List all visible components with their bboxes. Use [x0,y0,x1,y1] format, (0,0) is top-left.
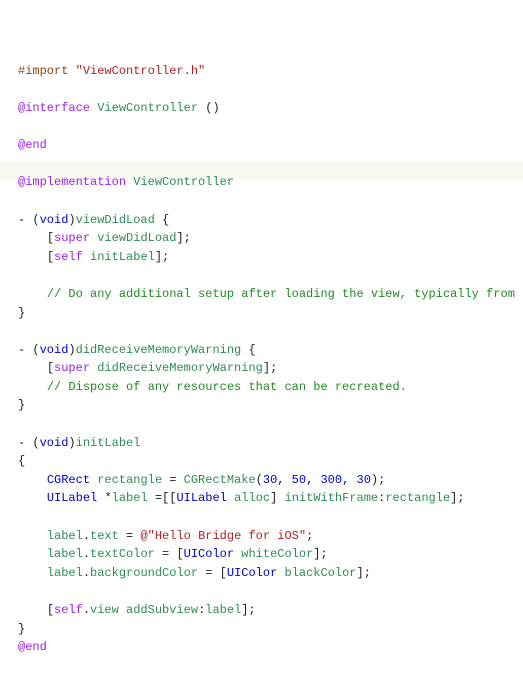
msg-alloc: alloc [234,491,270,505]
prop-text: text [90,529,119,543]
kw-self: self [54,250,83,264]
class-name-impl: ViewController [133,175,234,189]
ret-void: void [40,213,69,227]
fn-CGRectMake: CGRectMake [184,473,256,487]
kw-end: @end [18,138,47,152]
msg-didReceiveMemoryWarning: didReceiveMemoryWarning [97,361,263,375]
label-ref2: label [47,547,83,561]
type-CGRect: CGRect [47,473,90,487]
code-editor[interactable]: #import "ViewController.h" @interface Vi… [0,0,523,681]
msg-addSubview: addSubview [126,603,198,617]
dash3: - [18,436,25,450]
comment-dispose: // Dispose of any resources that can be … [47,380,407,394]
method-didReceiveMemoryWarning: didReceiveMemoryWarning [76,343,242,357]
parens: () [205,101,219,115]
msg-initLabel: initLabel [90,250,155,264]
prop-textColor: textColor [90,547,155,561]
prop-backgroundColor: backgroundColor [90,566,198,580]
dash2: - [18,343,25,357]
label-ref1: label [47,529,83,543]
ret-void3: void [40,436,69,450]
method-viewDidLoad: viewDidLoad [76,213,155,227]
kw-interface: @interface [18,101,90,115]
kw-end2: @end [18,640,47,654]
prop-view: view [90,603,119,617]
import-header: "ViewController.h" [76,64,206,78]
kw-implementation: @implementation [18,175,126,189]
dash: - [18,213,25,227]
msg-viewDidLoad: viewDidLoad [97,231,176,245]
code-content: #import "ViewController.h" @interface Vi… [18,43,523,657]
arg-rectangle: rectangle [385,491,450,505]
kw-super2: super [54,361,90,375]
arg-label: label [205,603,241,617]
msg-initWithFrame: initWithFrame [285,491,379,505]
comment-setup: // Do any additional setup after loading… [47,287,515,301]
type-UILabel2: UILabel [176,491,226,505]
ret-void2: void [40,343,69,357]
msg-whiteColor: whiteColor [241,547,313,561]
preproc-import: #import [18,64,68,78]
var-rectangle: rectangle [97,473,162,487]
method-initLabel: initLabel [76,436,141,450]
kw-super: super [54,231,90,245]
objc-string: @"Hello Bridge for iOS" [140,529,306,543]
class-name: ViewController [97,101,198,115]
var-label: label [112,491,148,505]
msg-blackColor: blackColor [285,566,357,580]
kw-self2: self [54,603,83,617]
type-UIColor2: UIColor [227,566,277,580]
type-UIColor: UIColor [184,547,234,561]
label-ref3: label [47,566,83,580]
rect-args: 30, 50, 300, 30 [263,473,371,487]
type-UILabel: UILabel [47,491,97,505]
